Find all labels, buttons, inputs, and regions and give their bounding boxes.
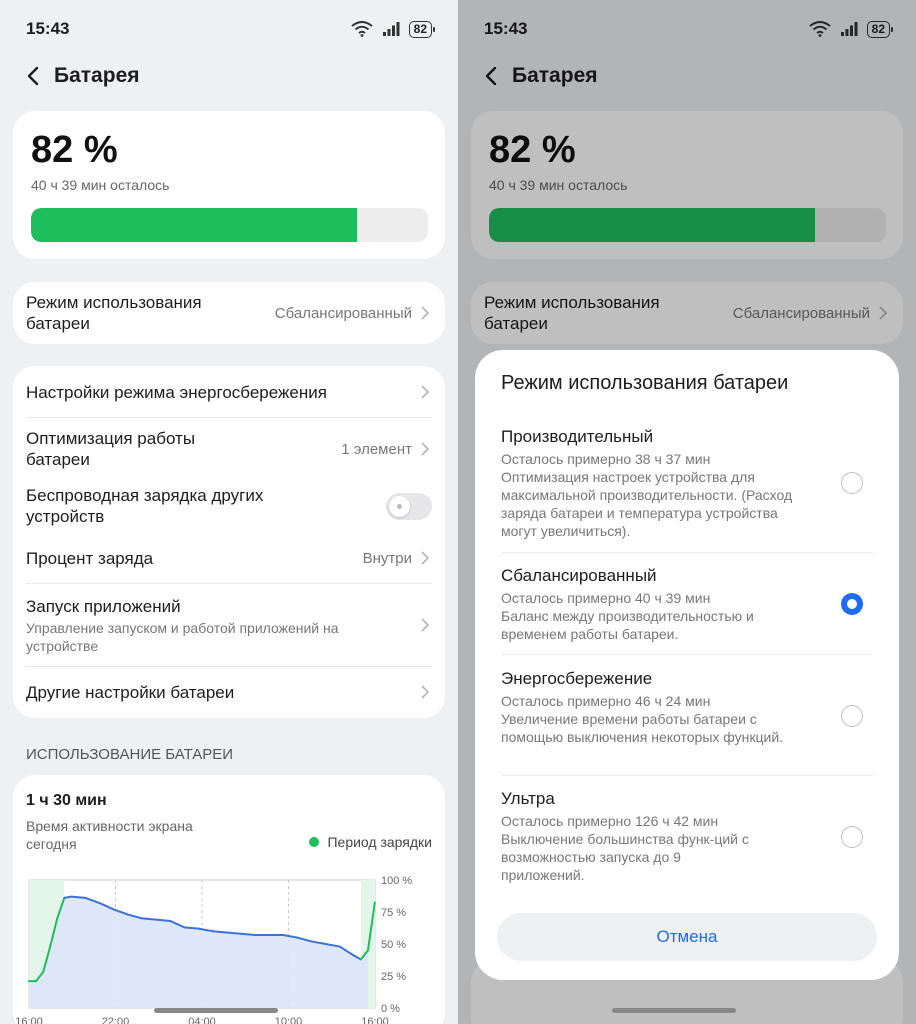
charge-percent-row[interactable]: Процент заряда Внутри (26, 545, 432, 571)
app-launch-label: Запуск приложений (26, 596, 181, 616)
battery-percent: 82 % (31, 129, 118, 171)
chevron-right-icon (421, 618, 430, 632)
battery-area (29, 896, 368, 1008)
app-launch-row[interactable]: Запуск приложений Управление запуском и … (26, 593, 432, 657)
battery-level-fill (31, 208, 357, 242)
battery-settings-screen: 15:43 82 Батарея 82 % 40 ч 39 мин остало… (0, 0, 458, 1024)
battery-optimization-value: 1 элемент (341, 440, 412, 458)
dialog-title: Режим использования батареи (501, 372, 789, 394)
battery-line-segment (155, 918, 172, 922)
y-tick-label: 0 % (381, 1003, 400, 1015)
chevron-right-icon (421, 551, 430, 565)
chevron-right-icon (421, 385, 430, 399)
wireless-charging-row: Беспроводная зарядка других устройств (26, 484, 432, 528)
home-indicator (154, 1008, 278, 1013)
mode-option-performance[interactable]: Производительный Осталось примерно 38 ч … (501, 426, 873, 540)
chevron-right-icon (421, 685, 430, 699)
mode-option-desc: Баланс между производительностью и време… (501, 608, 754, 642)
chevron-right-icon (421, 306, 430, 320)
page-title: Батарея (54, 64, 140, 87)
charge-percent-label: Процент заряда (26, 548, 154, 568)
status-time: 15:43 (26, 19, 70, 38)
battery-line-segment (140, 917, 158, 921)
battery-mode-dialog-screen: 15:43 82 Батарея 82 % 40 ч 39 мин остало… (458, 0, 916, 1024)
mode-option-balanced[interactable]: Сбалансированный Осталось примерно 40 ч … (501, 565, 873, 643)
app-launch-sub: Управление запуском и работой приложений… (26, 619, 339, 654)
back-arrow-icon[interactable] (26, 65, 40, 87)
battery-mode-dialog: Режим использования батареи Производител… (475, 350, 899, 980)
mode-option-remaining: Осталось примерно 46 ч 24 мин (501, 693, 711, 709)
other-battery-settings-label: Другие настройки батареи (26, 682, 235, 702)
battery-level-bar (31, 208, 428, 242)
x-tick-label: 10:00 (275, 1016, 303, 1024)
power-saving-settings-label: Настройки режима энергосбережения (26, 382, 327, 402)
charging-legend: Период зарядки (309, 834, 432, 850)
wireless-charging-toggle[interactable] (386, 492, 432, 520)
mode-option-desc: Оптимизация настроек устройства для макс… (501, 469, 793, 539)
battery-mode-value: Сбалансированный (274, 304, 412, 322)
radio-button[interactable] (841, 705, 863, 727)
battery-line-segment (211, 930, 228, 934)
battery-remaining: 40 ч 39 мин осталось (31, 177, 170, 193)
page-header: Батарея (26, 64, 140, 88)
y-tick-label: 50 % (381, 939, 406, 951)
mode-option-desc: Увеличение времени работы батареи с помо… (501, 711, 784, 745)
power-saving-settings-row[interactable]: Настройки режима энергосбережения (26, 379, 432, 405)
x-tick-label: 16:00 (361, 1016, 389, 1024)
battery-line-segment (225, 931, 242, 935)
y-tick-label: 75 % (381, 907, 406, 919)
mode-option-remaining: Осталось примерно 40 ч 39 мин (501, 590, 711, 606)
mode-option-name: Сбалансированный (501, 566, 657, 585)
screen-time-label: Время активности экрана сегодня (26, 818, 193, 852)
x-tick-label: 22:00 (102, 1016, 130, 1024)
battery-level-card: 82 % 40 ч 39 мин осталось (13, 111, 445, 259)
charging-legend-dot (309, 837, 320, 847)
battery-line-segment (239, 932, 256, 937)
battery-usage-section-title: ИСПОЛЬЗОВАНИЕ БАТАРЕИ (26, 746, 234, 763)
y-tick-label: 100 % (381, 875, 412, 887)
signal-icon (382, 22, 400, 36)
mode-option-desc: Выключение большинства функ-ций с возмож… (501, 831, 749, 883)
mode-option-ultra[interactable]: Ультра Осталось примерно 126 ч 42 мин Вы… (501, 788, 873, 884)
mode-option-name: Энергосбережение (501, 669, 653, 688)
battery-usage-chart: 100 %75 %50 %25 %0 %16:00 22:00 04:00 10:00… (15, 875, 412, 1024)
x-tick-label: 04:00 (188, 1016, 216, 1024)
battery-mode-row[interactable]: Режим использования батареи Сбалансирова… (13, 282, 445, 344)
battery-mode-label: Режим использования батареи (26, 293, 202, 333)
mode-option-name: Производительный (501, 427, 654, 446)
status-bar: 15:43 82 (26, 18, 436, 40)
y-tick-label: 25 % (381, 971, 406, 983)
other-battery-settings-row[interactable]: Другие настройки батареи (26, 679, 432, 705)
battery-icon: 82 (408, 20, 436, 38)
mode-option-remaining: Осталось примерно 126 ч 42 мин (501, 813, 719, 829)
battery-line-segment (63, 895, 73, 899)
x-tick-label: 16:00 (15, 1016, 43, 1024)
cancel-button[interactable]: Отмена (497, 913, 877, 961)
charge-percent-value: Внутри (362, 549, 412, 567)
battery-line-segment (183, 926, 200, 930)
battery-line-segment (70, 895, 87, 899)
mode-option-power-saving[interactable]: Энергосбережение Осталось примерно 46 ч … (501, 668, 873, 746)
radio-button[interactable] (841, 472, 863, 494)
radio-button-selected[interactable] (841, 593, 863, 615)
wireless-charging-label: Беспроводная зарядка других устройств (26, 486, 264, 526)
radio-button[interactable] (841, 826, 863, 848)
battery-optimization-row[interactable]: Оптимизация работы батареи 1 элемент (26, 427, 432, 471)
mode-option-name: Ультра (501, 789, 555, 808)
screen-time-value: 1 ч 30 мин (26, 792, 107, 809)
battery-settings-card: Настройки режима энергосбережения Оптими… (13, 366, 445, 718)
charging-legend-label: Период зарядки (327, 834, 432, 850)
battery-usage-card: 1 ч 30 мин Время активности экрана сегод… (13, 775, 445, 1024)
home-indicator (612, 1008, 736, 1013)
mode-option-remaining: Осталось примерно 38 ч 37 мин (501, 451, 711, 467)
battery-optimization-label: Оптимизация работы батареи (26, 429, 196, 469)
wifi-icon (351, 21, 373, 37)
chevron-right-icon (421, 442, 430, 456)
